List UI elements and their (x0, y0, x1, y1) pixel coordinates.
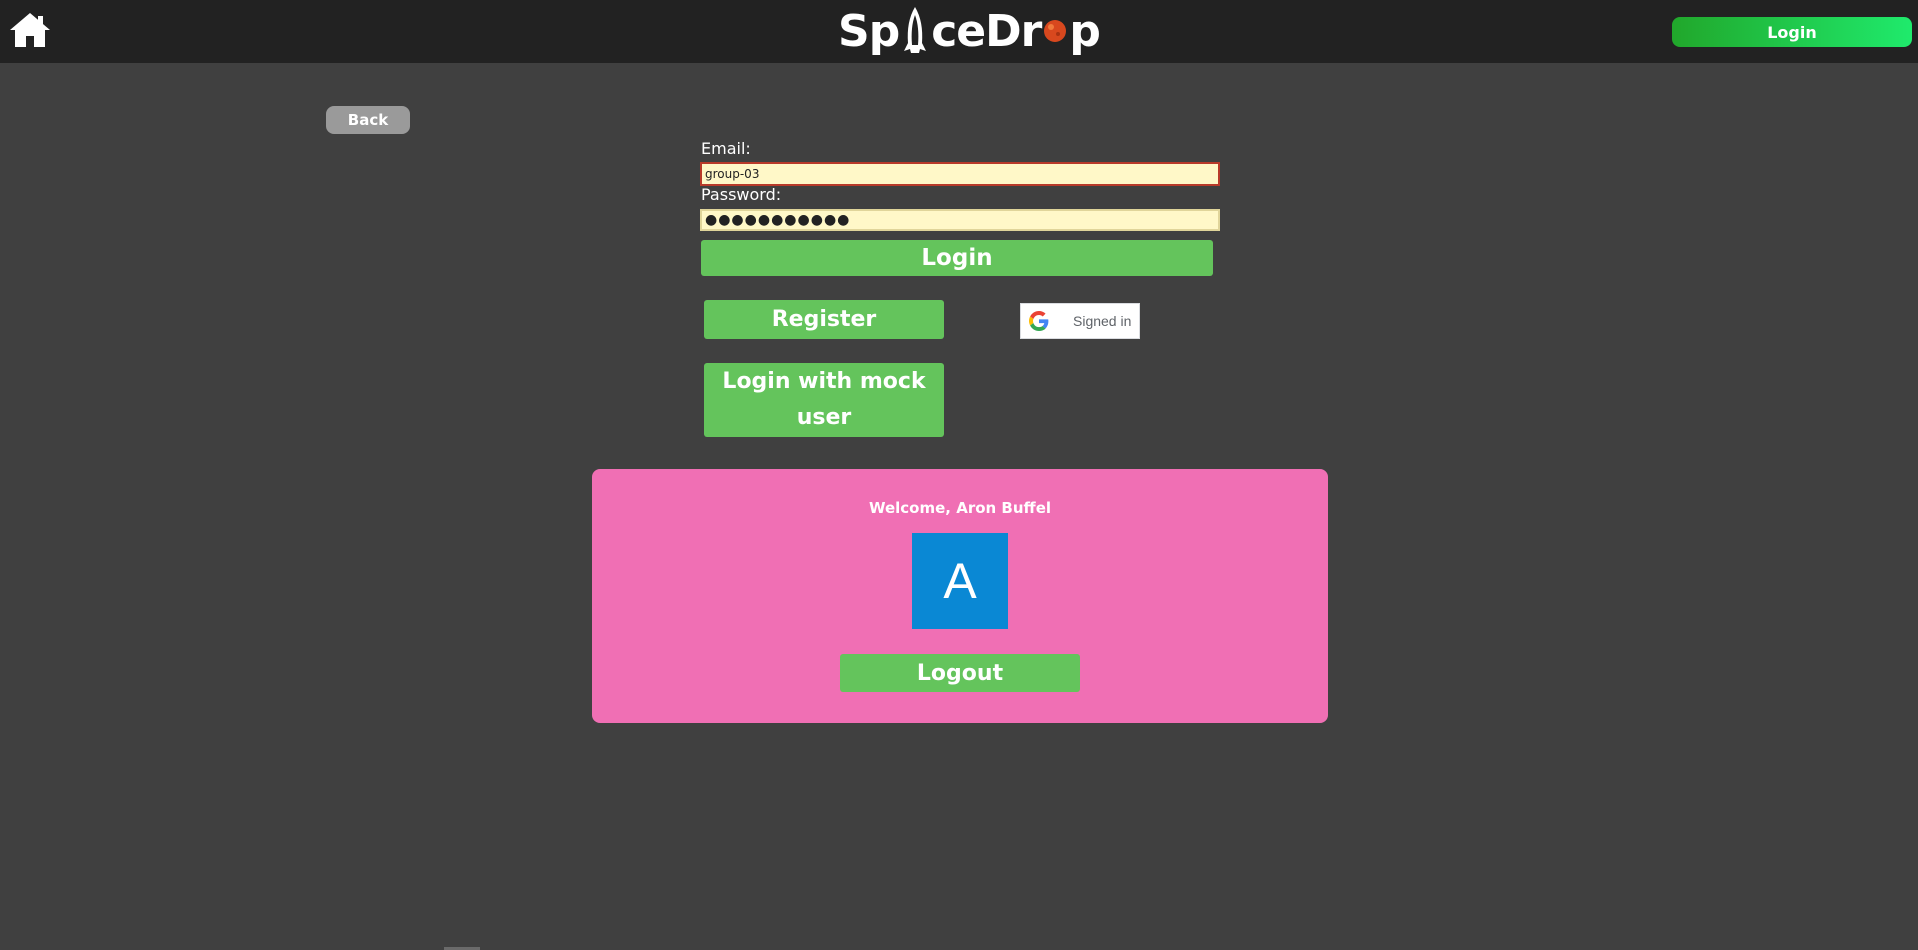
logout-button[interactable]: Logout (840, 654, 1080, 692)
google-icon (1029, 311, 1049, 331)
spacedrop-logo[interactable]: Sp ceDr p (838, 2, 1101, 60)
google-signin-button[interactable]: Signed in (1020, 303, 1140, 339)
avatar: A (912, 533, 1008, 629)
password-field[interactable]: ●●●●●●●●●●● (700, 209, 1220, 231)
home-button[interactable] (8, 10, 52, 50)
mock-login-button[interactable]: Login with mock user (704, 363, 944, 437)
welcome-message: Welcome, Aron Buffel (868, 499, 1052, 517)
google-button-label: Signed in (1073, 313, 1132, 329)
logo-text-mid: ceDr (931, 5, 1042, 57)
welcome-card: Welcome, Aron Buffel A Logout (592, 469, 1328, 723)
header-login-button[interactable]: Login (1672, 17, 1912, 47)
rocket-icon (904, 7, 927, 53)
planet-icon (1044, 20, 1067, 42)
login-button[interactable]: Login (701, 240, 1213, 276)
logo-text-right: p (1069, 5, 1100, 57)
logo-text-left: Sp (838, 5, 900, 57)
home-icon (10, 13, 50, 47)
email-label: Email: (701, 139, 751, 158)
password-label: Password: (701, 185, 782, 204)
register-button[interactable]: Register (704, 300, 944, 339)
top-bar: Sp ceDr p Login (0, 0, 1918, 63)
back-button[interactable]: Back (326, 106, 410, 134)
email-field[interactable] (700, 162, 1220, 186)
